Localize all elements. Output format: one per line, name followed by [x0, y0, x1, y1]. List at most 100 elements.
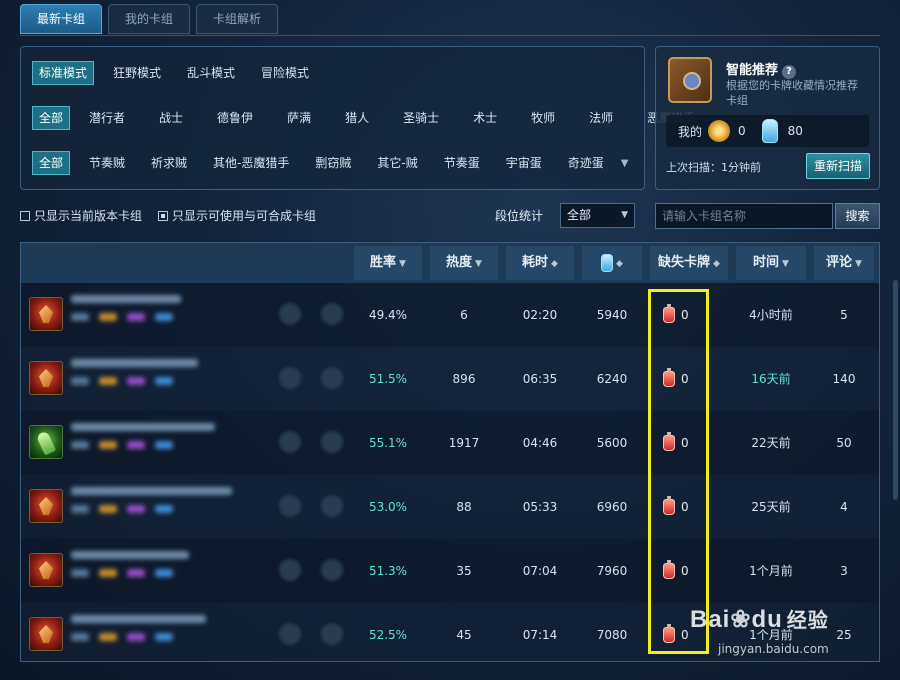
arcane-dust-icon	[761, 119, 778, 143]
top-tab-bar: 最新卡组 我的卡组 卡组解析	[20, 4, 279, 34]
cell-heat: 1917	[448, 436, 480, 450]
table-row[interactable]: 51.5% 896 06:35 6240 16天前 140 0	[21, 347, 879, 411]
col-comments[interactable]: 评论 ▼	[814, 243, 874, 283]
arch-all[interactable]: 全部	[32, 151, 71, 175]
cell-time: 06:35	[522, 372, 558, 386]
rescan-button[interactable]: 重新扫描	[806, 153, 870, 179]
cell-time: 07:14	[522, 628, 558, 642]
cell-winrate: 51.5%	[368, 372, 408, 386]
favorite-icon[interactable]	[279, 623, 301, 645]
favorite-icon[interactable]	[279, 559, 301, 581]
cell-dust: 6960	[596, 500, 628, 514]
mode-adventure[interactable]: 冒险模式	[254, 61, 316, 85]
mode-wild[interactable]: 狂野模式	[106, 61, 168, 85]
mode-standard[interactable]: 标准模式	[32, 61, 95, 85]
class-row: 全部 潜行者 战士 德鲁伊 萨满 猎人 圣骑士 术士 牧师 法师 恶魔猎手	[32, 106, 714, 130]
tab-latest-decks[interactable]: 最新卡组	[20, 4, 103, 34]
favorite-icon[interactable]	[321, 367, 343, 389]
warrior-class-icon	[29, 361, 63, 395]
cell-dust: 6240	[596, 372, 628, 386]
cell-posted: 25天前	[751, 500, 791, 514]
cell-posted: 22天前	[751, 436, 791, 450]
col-dust[interactable]: ◆	[582, 243, 642, 283]
class-druid[interactable]: 德鲁伊	[210, 106, 260, 130]
arch-thief-rogue[interactable]: 剽窃贼	[308, 151, 358, 175]
arch-other-dh[interactable]: 其他-恶魔猎手	[206, 151, 296, 175]
col-time[interactable]: 耗时 ◆	[506, 243, 574, 283]
col-posted[interactable]: 时间 ▼	[736, 243, 806, 283]
favorite-icon[interactable]	[321, 623, 343, 645]
last-scan-text: 上次扫描：1分钟前	[666, 161, 761, 174]
arch-tempo-egg[interactable]: 节奏蛋	[437, 151, 487, 175]
current-version-checkbox[interactable]	[20, 210, 30, 221]
cell-missing: 0	[681, 308, 689, 322]
class-paladin[interactable]: 圣骑士	[396, 106, 446, 130]
smart-description: 根据您的卡牌收藏情况推荐卡组	[726, 79, 858, 107]
cell-dust: 5940	[596, 308, 628, 322]
missing-card-potion-icon	[663, 368, 675, 387]
cell-winrate: 53.0%	[368, 500, 408, 514]
usable-only-checkbox[interactable]	[158, 210, 169, 221]
class-warlock[interactable]: 术士	[466, 106, 504, 130]
table-row[interactable]: 55.1% 1917 04:46 5600 22天前 50 0	[21, 411, 879, 475]
favorite-icon[interactable]	[279, 367, 301, 389]
col-missing[interactable]: 缺失卡牌 ◆	[650, 243, 728, 283]
cell-missing: 0	[681, 564, 689, 578]
class-priest[interactable]: 牧师	[524, 106, 562, 130]
missing-card-potion-icon	[663, 624, 675, 643]
cell-missing: 0	[681, 372, 689, 386]
arch-tempo-rogue[interactable]: 节奏贼	[82, 151, 132, 175]
expand-archetypes-icon[interactable]: ▼	[621, 158, 629, 169]
favorite-icon[interactable]	[279, 495, 301, 517]
class-all[interactable]: 全部	[32, 106, 71, 130]
class-rogue[interactable]: 潜行者	[82, 106, 132, 130]
arch-other-rogue[interactable]: 其它-贼	[370, 151, 424, 175]
class-mage[interactable]: 法师	[582, 106, 620, 130]
wallet: 我的 0 80	[666, 115, 869, 147]
cell-winrate: 51.3%	[368, 564, 408, 578]
tab-my-decks[interactable]: 我的卡组	[108, 4, 191, 34]
arch-galaxy-egg[interactable]: 宇宙蛋	[499, 151, 549, 175]
missing-card-potion-icon	[663, 496, 675, 515]
filter-panel: 标准模式 狂野模式 乱斗模式 冒险模式 全部 潜行者 战士 德鲁伊 萨满 猎人 …	[20, 46, 695, 190]
table-row[interactable]: 51.3% 35 07:04 7960 1个月前 3 0	[21, 539, 879, 603]
mine-label: 我的	[678, 124, 703, 139]
favorite-icon[interactable]	[279, 431, 301, 453]
class-shaman[interactable]: 萨满	[280, 106, 318, 130]
class-warrior[interactable]: 战士	[152, 106, 190, 130]
cell-heat: 88	[456, 500, 472, 514]
cell-time: 05:33	[522, 500, 558, 514]
class-hunter[interactable]: 猎人	[338, 106, 376, 130]
missing-card-potion-icon	[663, 432, 675, 451]
smart-recommend-panel: 智能推荐? 根据您的卡牌收藏情况推荐卡组 我的 0 80 上次扫描：1分钟前 重…	[655, 46, 880, 190]
scrollbar[interactable]	[893, 280, 898, 500]
usable-only-label[interactable]: 只显示可使用与可合成卡组	[172, 207, 316, 224]
cell-posted: 4小时前	[749, 308, 793, 322]
rank-select[interactable]: 全部 ▼	[560, 203, 635, 228]
card-pack-icon	[668, 57, 712, 103]
favorite-icon[interactable]	[321, 559, 343, 581]
favorite-icon[interactable]	[279, 303, 301, 325]
cell-dust: 5600	[596, 436, 628, 450]
favorite-icon[interactable]	[321, 431, 343, 453]
mode-brawl[interactable]: 乱斗模式	[180, 61, 242, 85]
smart-title: 智能推荐?	[726, 59, 797, 79]
table-row[interactable]: 49.4% 6 02:20 5940 4小时前 5 0	[21, 283, 879, 347]
deck-name-blurred	[71, 551, 251, 591]
current-version-label[interactable]: 只显示当前版本卡组	[34, 207, 142, 224]
arch-invoke-rogue[interactable]: 祈求贼	[144, 151, 194, 175]
tab-deck-analysis[interactable]: 卡组解析	[196, 4, 279, 34]
help-icon[interactable]: ?	[782, 65, 797, 79]
favorite-icon[interactable]	[321, 303, 343, 325]
cell-missing: 0	[681, 436, 689, 450]
search-button[interactable]: 搜索	[835, 203, 880, 229]
col-heat[interactable]: 热度 ▼	[430, 243, 498, 283]
favorite-icon[interactable]	[321, 495, 343, 517]
arch-miracle-egg[interactable]: 奇迹蛋	[561, 151, 611, 175]
table-header: 胜率 ▼ 热度 ▼ 耗时 ◆ ◆ 缺失卡牌 ◆ 时间 ▼ 评论 ▼	[21, 243, 879, 283]
col-winrate[interactable]: 胜率 ▼	[354, 243, 422, 283]
table-row[interactable]: 53.0% 88 05:33 6960 25天前 4 0	[21, 475, 879, 539]
cell-time: 04:46	[522, 436, 558, 450]
gold-amount: 0	[738, 124, 746, 138]
deck-search-input[interactable]: 请输入卡组名称	[655, 203, 833, 229]
